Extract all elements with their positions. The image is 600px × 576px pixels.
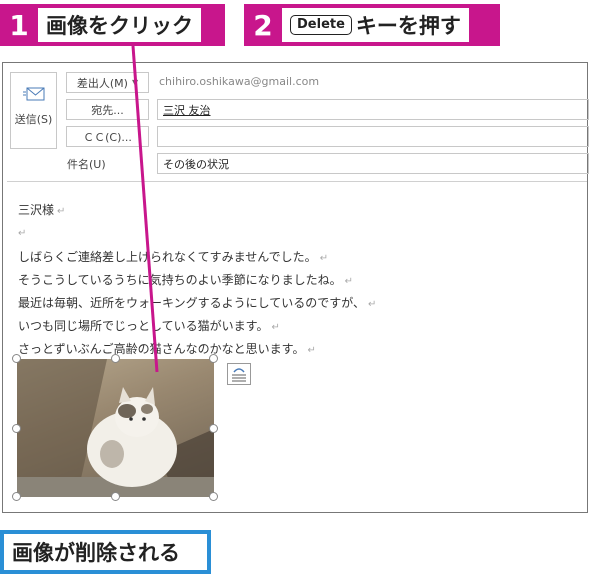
result-callout: 画像が削除される: [0, 530, 211, 574]
result-text: 画像が削除される: [4, 534, 207, 570]
step-1-pointer-line: [131, 45, 159, 373]
